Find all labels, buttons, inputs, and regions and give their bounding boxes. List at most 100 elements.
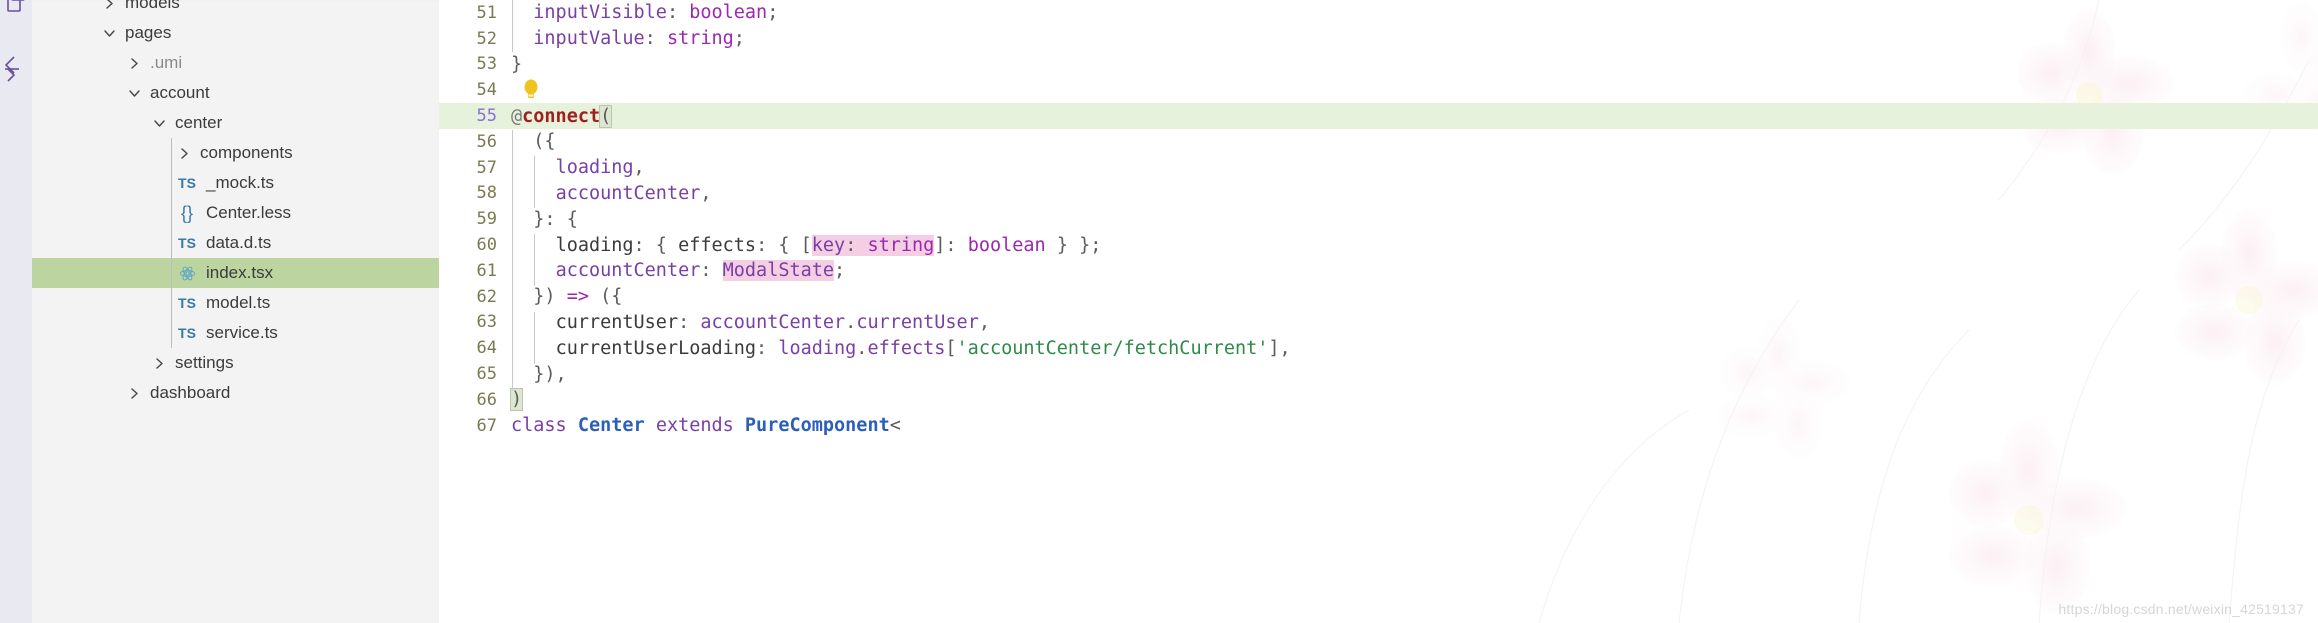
tree-indent-guide [171,138,172,348]
line-number: 52 [476,28,497,49]
code-line[interactable]: 62 }) => ({ [439,284,2318,310]
code-line[interactable]: 51 inputVisible: boolean; [439,0,2318,26]
code-line-text: }) => ({ [511,286,622,307]
code-token: ModalState [722,260,835,282]
code-line[interactable]: 63 currentUser: accountCenter.currentUse… [439,310,2318,336]
code-token: connect [522,105,601,127]
code-indent-guide [512,0,513,52]
code-token: : [644,28,667,50]
code-token: boolean [689,2,768,24]
code-indent-guide [534,312,536,364]
code-line[interactable]: 58 accountCenter, [439,181,2318,207]
chevron-right-icon[interactable] [174,138,194,168]
code-token: effects [867,337,946,359]
tree-folder-components[interactable]: components [32,138,439,168]
tree-folder-models[interactable]: models [32,0,439,18]
tree-folder-umi[interactable]: .umi [32,48,439,78]
code-token: : [666,2,690,24]
file-explorer-sidebar[interactable]: models pages .umi account center components TS… [32,0,439,623]
code-line[interactable]: 57 loading, [439,155,2318,181]
code-token: ; [767,2,779,24]
code-token: extends [655,415,734,437]
code-token: < [889,415,901,437]
code-token: ; [733,28,745,50]
code-token: } [511,53,523,75]
code-token: : { [ [756,234,812,256]
tree-file-indextsx[interactable]: index.tsx [32,258,439,288]
line-number: 56 [476,131,497,152]
line-number: 62 [476,286,497,307]
tree-file-centerless[interactable]: {} Center.less [32,198,439,228]
tree-folder-settings[interactable]: settings [32,348,439,378]
chevron-down-icon[interactable] [124,78,144,108]
file-tree[interactable]: models pages .umi account center components TS… [32,0,439,408]
code-line[interactable]: 56 ({ [439,129,2318,155]
code-token: @ [511,105,523,127]
code-line[interactable]: 65 }), [439,361,2318,387]
code-token: loading [555,234,634,256]
code-token: ; [834,260,846,282]
code-indent-guide [534,156,536,208]
line-number: 65 [476,364,497,385]
chevron-right-icon[interactable] [149,348,169,378]
tree-file-servicets[interactable]: TS service.ts [32,318,439,348]
tree-folder-center[interactable]: center [32,108,439,138]
code-line-text: currentUserLoading: loading.effects['acc… [511,338,1291,359]
line-number: 55 [476,106,497,127]
tree-item-label: center [175,113,223,132]
code-line[interactable]: 61 accountCenter: ModalState; [439,258,2318,284]
tree-file-datadts[interactable]: TS data.d.ts [32,228,439,258]
code-token: : [756,337,779,359]
code-lines-container[interactable]: 51 inputVisible: boolean; 52 inputValue: … [439,0,2318,623]
line-number: 51 [476,2,497,23]
tree-item-label: service.ts [206,323,278,342]
code-token: currentUser [555,311,679,333]
react-file-icon [174,265,200,282]
ts-file-icon: TS [178,235,196,251]
code-token: string [666,28,734,50]
chevron-right-icon[interactable] [124,48,144,78]
code-line[interactable]: 66) [439,387,2318,413]
explorer-icon[interactable] [4,0,30,18]
code-line-text: ({ [511,131,555,152]
code-line[interactable]: 60 loading: { effects: { [key: string]: … [439,232,2318,258]
code-token: accountCenter [555,260,701,282]
code-token: => [566,286,589,308]
code-line[interactable]: 59 }: { [439,206,2318,232]
tree-folder-pages[interactable]: pages [32,18,439,48]
ts-file-icon: TS [178,325,196,341]
code-token: . [856,337,868,359]
code-line[interactable]: 67 class Center extends PureComponent< [439,413,2318,439]
code-token: currentUser [856,311,979,333]
code-token: [ [945,337,957,359]
chevron-right-icon[interactable] [124,378,144,408]
chevron-down-icon[interactable] [99,18,119,48]
tree-file-mockts[interactable]: TS _mock.ts [32,168,439,198]
code-brackets-icon[interactable] [4,56,30,82]
code-token: class [511,415,567,437]
code-token: }), [511,363,567,385]
code-line[interactable]: 55 @connect( [439,103,2318,129]
tree-item-label: components [200,143,293,162]
line-number: 60 [476,235,497,256]
code-line[interactable]: 64 currentUserLoading: loading.effects['… [439,335,2318,361]
code-token: ( [599,104,613,128]
tree-file-modelts[interactable]: TS model.ts [32,288,439,318]
chevron-down-icon[interactable] [149,108,169,138]
code-line[interactable]: 53} [439,52,2318,78]
chevron-right-icon[interactable] [99,0,119,18]
code-token: , [978,311,990,333]
vscode-window: models pages .umi account center components TS… [0,0,2318,623]
line-number: 66 [476,389,497,410]
quick-fix-lightbulb[interactable] [522,79,540,106]
code-line[interactable]: 52 inputValue: string; [439,26,2318,52]
ts-file-icon: TS [178,295,196,311]
tree-folder-dashboard[interactable]: dashboard [32,378,439,408]
code-line[interactable]: 54 [439,77,2318,103]
line-number: 64 [476,338,497,359]
code-editor[interactable]: 51 inputVisible: boolean; 52 inputValue: … [439,0,2318,623]
tree-folder-account[interactable]: account [32,78,439,108]
line-number: 67 [476,415,497,436]
code-token: : [678,311,701,333]
